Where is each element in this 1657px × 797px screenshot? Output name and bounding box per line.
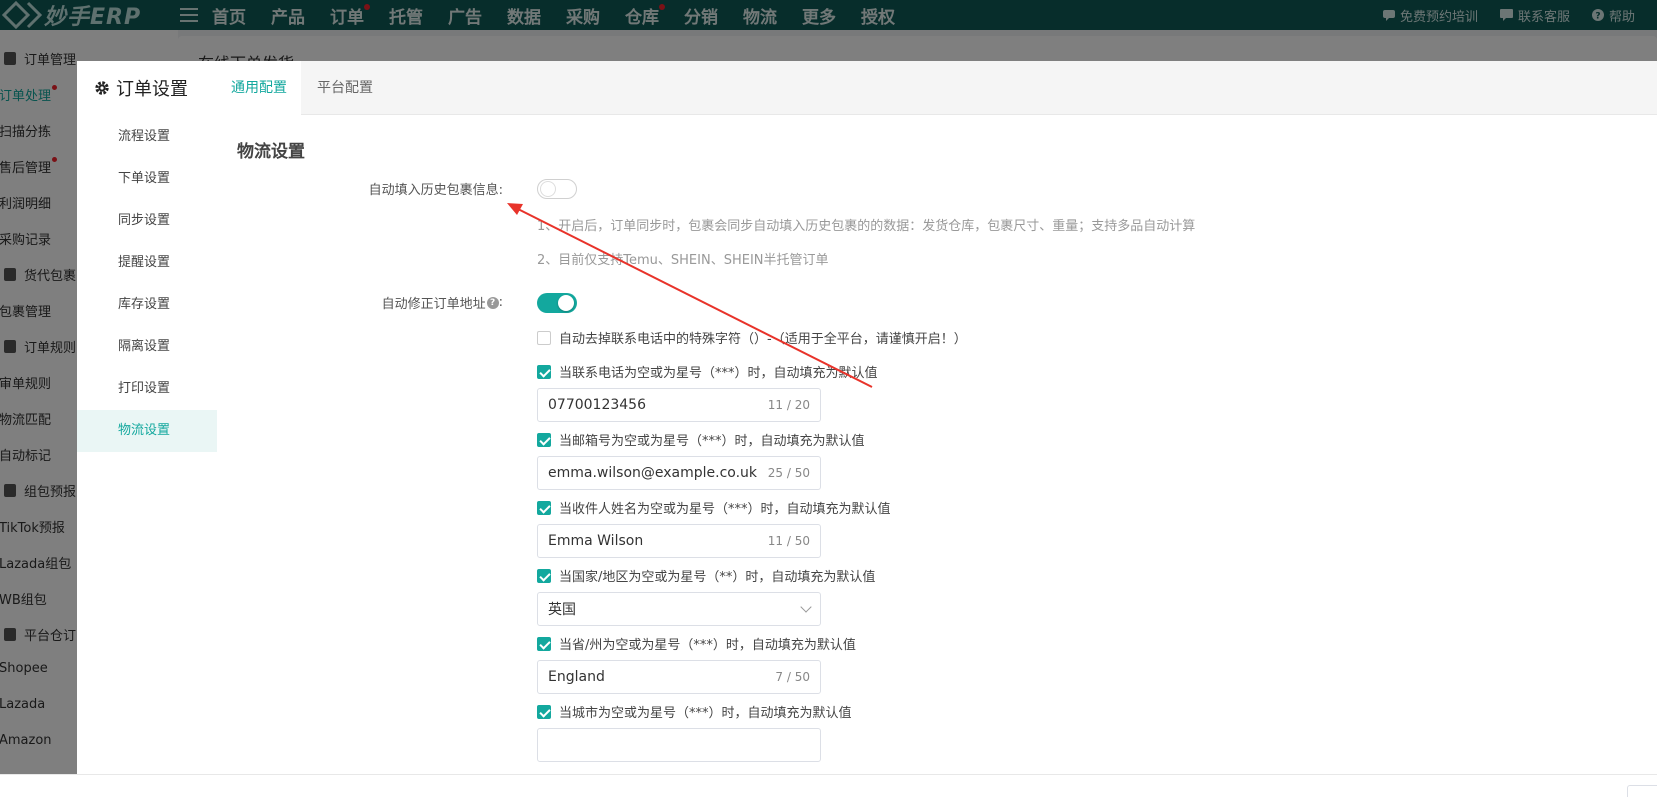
char-count: 11 / 20 — [767, 398, 810, 412]
input-value: England — [548, 669, 605, 685]
settings-item-logistics[interactable]: 物流设置 — [77, 410, 217, 452]
settings-tabs: 通用配置 平台配置 — [217, 61, 1657, 115]
tab-platform-config[interactable]: 平台配置 — [303, 61, 387, 115]
select-value: 英国 — [548, 602, 576, 618]
checkbox[interactable] — [537, 636, 551, 651]
question-circle-icon[interactable]: ? — [486, 296, 499, 309]
auto-fill-note-1: 1、开启后，订单同步时，包裹会同步自动填入历史包裹的的数据：发货仓库，包裹尺寸、… — [537, 219, 1196, 234]
default-city-input[interactable] — [537, 728, 821, 762]
checkbox[interactable] — [537, 432, 551, 447]
option-default-state[interactable]: 当省/州为空或为星号（***）时，自动填充为默认值 — [537, 634, 856, 653]
modal-title: 订单设置 — [94, 75, 188, 101]
input-value: Emma Wilson — [548, 533, 644, 549]
settings-sidebar: 订单设置 流程设置 下单设置 同步设置 提醒设置 库存设置 隔离设置 打印设置 … — [77, 61, 217, 797]
char-count: 25 / 50 — [767, 466, 810, 480]
settings-content: 通用配置 平台配置 物流设置 自动填入历史包裹信息: 1、开启后，订单同步时，包… — [217, 61, 1657, 797]
tab-general-config[interactable]: 通用配置 — [217, 61, 301, 115]
section-title: 物流设置 — [237, 142, 305, 162]
option-default-city[interactable]: 当城市为空或为星号（***）时，自动填充为默认值 — [537, 702, 852, 721]
auto-fill-history-label: 自动填入历史包裹信息: — [368, 183, 503, 198]
settings-item-print[interactable]: 打印设置 — [77, 368, 217, 410]
auto-fill-note-2: 2、目前仅支持Temu、SHEIN、SHEIN半托管订单 — [537, 253, 829, 268]
char-count: 7 / 50 — [775, 670, 810, 684]
checkbox[interactable] — [537, 500, 551, 515]
checkbox[interactable] — [537, 330, 551, 345]
auto-fill-history-switch[interactable] — [537, 179, 577, 199]
settings-item-sync[interactable]: 同步设置 — [77, 200, 217, 242]
default-state-input[interactable]: England 7 / 50 — [537, 660, 821, 694]
char-count: 11 / 50 — [767, 534, 810, 548]
checkbox[interactable] — [537, 568, 551, 583]
settings-item-isolation[interactable]: 隔离设置 — [77, 326, 217, 368]
settings-item-workflow[interactable]: 流程设置 — [77, 116, 217, 158]
switch-knob — [558, 295, 574, 311]
auto-fix-address-label: 自动修正订单地址?: — [381, 295, 503, 312]
checkbox[interactable] — [537, 364, 551, 379]
default-country-select[interactable]: 英国 — [537, 592, 821, 626]
input-value: emma.wilson@example.co.uk — [548, 465, 758, 481]
option-default-recipient-name[interactable]: 当收件人姓名为空或为星号（***）时，自动填充为默认值 — [537, 498, 891, 517]
default-recipient-name-input[interactable]: Emma Wilson 11 / 50 — [537, 524, 821, 558]
settings-item-order-placement[interactable]: 下单设置 — [77, 158, 217, 200]
modal-footer — [0, 774, 1657, 797]
settings-item-inventory[interactable]: 库存设置 — [77, 284, 217, 326]
chevron-down-icon — [800, 601, 812, 613]
option-default-email[interactable]: 当邮箱号为空或为星号（***）时，自动填充为默认值 — [537, 430, 865, 449]
default-email-input[interactable]: emma.wilson@example.co.uk 25 / 50 — [537, 456, 821, 490]
order-settings-modal: 订单设置 流程设置 下单设置 同步设置 提醒设置 库存设置 隔离设置 打印设置 … — [77, 61, 1657, 797]
footer-button[interactable] — [1627, 785, 1657, 797]
default-phone-input[interactable]: 07700123456 11 / 20 — [537, 388, 821, 422]
input-value: 07700123456 — [548, 397, 646, 413]
gear-icon — [95, 81, 109, 95]
settings-item-reminder[interactable]: 提醒设置 — [77, 242, 217, 284]
auto-fix-address-switch[interactable] — [537, 293, 577, 313]
option-default-phone[interactable]: 当联系电话为空或为星号（***）时，自动填充为默认值 — [537, 362, 878, 381]
option-strip-phone-chars[interactable]: 自动去掉联系电话中的特殊字符（）-（适用于全平台，请谨慎开启！） — [537, 328, 967, 347]
checkbox[interactable] — [537, 704, 551, 719]
option-default-country[interactable]: 当国家/地区为空或为星号（**）时，自动填充为默认值 — [537, 566, 875, 585]
switch-knob — [540, 181, 556, 197]
